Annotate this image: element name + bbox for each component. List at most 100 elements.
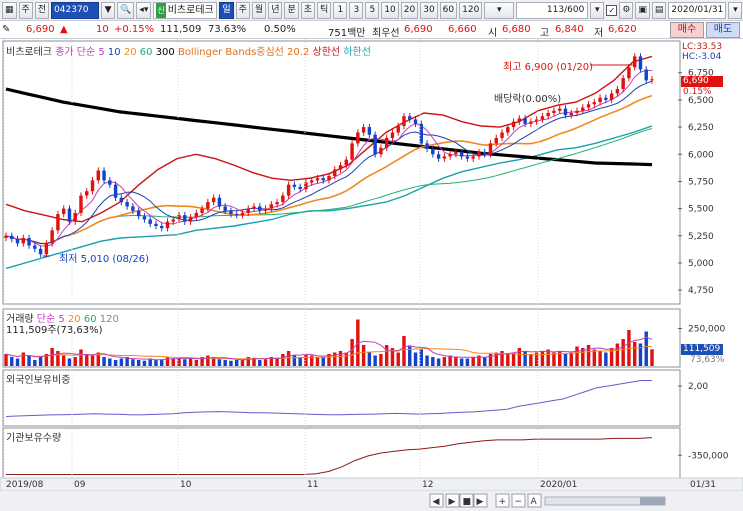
legend-upper: 상한선 — [312, 47, 341, 58]
stock-name-field[interactable]: 신 비츠로테크 — [153, 1, 218, 19]
volume-bar — [142, 360, 147, 366]
minute-10[interactable]: 10 — [381, 1, 399, 19]
legend-ma60: 60 — [139, 47, 153, 58]
volume-bar — [286, 351, 291, 366]
candle-body — [154, 223, 158, 226]
volume-bar — [517, 348, 522, 366]
volume-bar — [638, 343, 643, 366]
candle-body — [344, 159, 349, 166]
x-axis-strip — [0, 477, 743, 492]
period-week[interactable]: 주 — [235, 1, 250, 19]
period-year[interactable]: 년 — [268, 1, 283, 19]
chevron-icon[interactable]: ▾ — [590, 1, 605, 19]
stock-code-input[interactable]: 042370 — [51, 1, 100, 19]
volume-bar — [206, 355, 210, 366]
volume-bar — [529, 354, 533, 366]
sound-icon[interactable]: ◂▾ — [136, 1, 152, 19]
candle-body — [27, 237, 31, 246]
tool-icon[interactable]: ✎ — [2, 24, 10, 35]
checkbox[interactable]: ✓ — [606, 4, 618, 16]
period-tick[interactable]: 틱 — [317, 1, 332, 19]
candle-body — [315, 178, 320, 181]
control-glyph: − — [515, 497, 523, 507]
stock-menu-icon[interactable]: ▦ — [2, 1, 17, 19]
x-corner-label: 01/31 — [690, 480, 716, 490]
candle-body — [361, 127, 366, 133]
price-legend: 비츠로테크 종가 단순 5 10 20 60 300 Bollinger Ban… — [6, 43, 371, 58]
best-ask: 6,690 — [404, 24, 433, 35]
dropdown-icon[interactable]: ▼ — [101, 1, 116, 19]
market-button[interactable]: 전 — [34, 1, 50, 19]
candle-body — [471, 156, 475, 159]
candle-body — [269, 204, 274, 209]
period-second[interactable]: 초 — [300, 1, 316, 19]
save-icon[interactable]: ▣ — [635, 1, 650, 19]
volume-bar — [183, 359, 187, 366]
minute-20[interactable]: 20 — [400, 1, 419, 19]
minute-3[interactable]: 3 — [349, 1, 364, 19]
price-tick-label: 5,750 — [688, 177, 714, 187]
candle-body — [563, 108, 568, 116]
search-icon[interactable]: 🔍 — [117, 1, 135, 19]
calendar-icon[interactable]: ▤ — [651, 1, 667, 19]
period-minute[interactable]: 분 — [284, 1, 299, 19]
control-glyph: ◀ — [433, 497, 440, 507]
data-counter[interactable]: 113/600 — [516, 1, 589, 19]
volume-bar — [454, 357, 458, 366]
candle-body — [506, 127, 510, 133]
candle-body — [408, 116, 412, 120]
volume-bar — [188, 358, 193, 366]
custom-period-field[interactable]: ▾ — [484, 1, 515, 19]
volume-bar — [402, 336, 406, 366]
quote-bar: ✎ 6,690 ▲ 10 +0.15% 111,509 73.63% 0.50%… — [0, 21, 743, 39]
minute-1[interactable]: 1 — [333, 1, 348, 19]
volume-bar — [350, 339, 354, 366]
x-tick-label: 10 — [180, 480, 192, 490]
volume-bar — [563, 354, 568, 366]
volume-bar — [113, 360, 118, 366]
chart-area[interactable]: 6,750 6,500 6,250 6,000 5,750 5,500 5,250 5,000… — [0, 39, 743, 511]
volume-bar — [431, 357, 435, 366]
candle-body — [575, 110, 579, 113]
type-button[interactable]: 주 — [18, 1, 33, 19]
candle-body — [223, 206, 227, 211]
candle-body — [627, 67, 631, 79]
date-input[interactable]: 2020/01/31 — [668, 1, 727, 19]
volume-bar — [27, 355, 31, 366]
minute-60[interactable]: 60 — [439, 1, 458, 19]
candle-body — [494, 137, 498, 144]
best-ask-label: 최우선 — [372, 28, 400, 39]
volume-bar — [292, 355, 297, 366]
candle-body — [281, 195, 285, 203]
volume-bar — [465, 358, 470, 366]
volume-bar — [379, 354, 383, 366]
gear-icon[interactable]: ⚙ — [619, 1, 634, 19]
period-month[interactable]: 월 — [251, 1, 267, 19]
best-bid: 6,660 — [448, 24, 477, 35]
minute-120[interactable]: 120 — [459, 1, 483, 19]
candle-body — [396, 126, 400, 133]
chart-svg[interactable]: 6,7506,5006,2506,0005,7505,5005,2505,000… — [0, 39, 743, 511]
candle-body — [113, 184, 118, 198]
candle-body — [298, 186, 302, 190]
buy-button[interactable]: 매수 — [670, 22, 704, 38]
sell-button[interactable]: 매도 — [706, 22, 740, 38]
volume-bar — [338, 351, 343, 366]
volume-bar — [552, 352, 556, 366]
minute-5[interactable]: 5 — [365, 1, 380, 19]
date-dropdown-icon[interactable]: ▾ — [728, 1, 743, 19]
minute-30[interactable]: 30 — [420, 1, 438, 19]
candle-body — [454, 152, 458, 155]
candle-body — [15, 239, 20, 244]
volume-bar — [615, 343, 620, 366]
legend-bollinger: Bollinger Bands중심선 20.2 — [177, 47, 310, 58]
volume-bar — [436, 358, 441, 366]
candle-body — [615, 89, 620, 94]
x-tick-label: 2019/08 — [6, 480, 44, 490]
volume-bar — [569, 352, 573, 366]
foreign-panel-frame — [2, 369, 681, 427]
candle-body — [517, 118, 522, 122]
candle-body — [90, 180, 95, 192]
period-day[interactable]: 일 — [219, 1, 234, 19]
candle-body — [194, 212, 199, 218]
